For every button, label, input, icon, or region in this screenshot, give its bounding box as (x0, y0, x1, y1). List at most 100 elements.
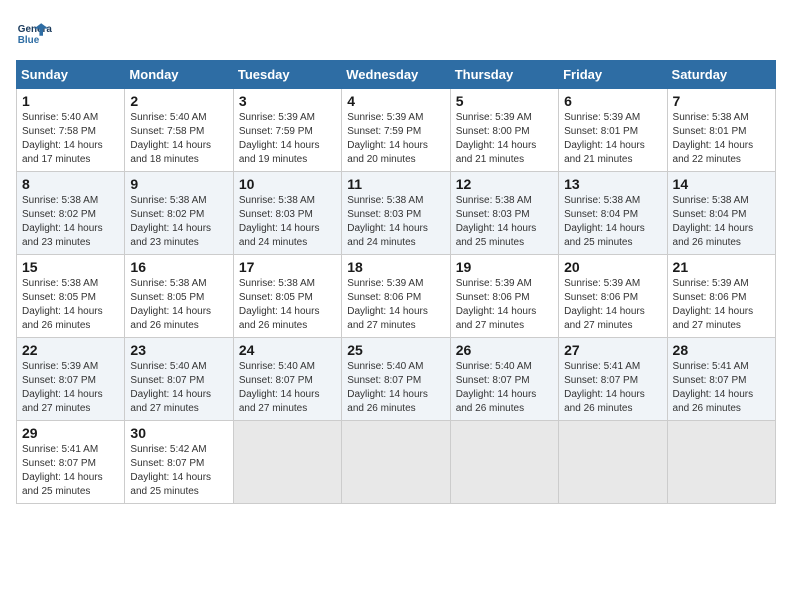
day-info: Sunrise: 5:38 AMSunset: 8:02 PMDaylight:… (130, 194, 227, 250)
calendar-cell: 21 Sunrise: 5:39 AMSunset: 8:06 PMDayligh… (667, 255, 775, 338)
day-info: Sunrise: 5:41 AMSunset: 8:07 PMDaylight:… (564, 360, 661, 416)
calendar-cell: 24Sunrise: 5:40 AMSunset: 8:07 PMDayligh… (233, 338, 341, 421)
calendar-cell: 18 Sunrise: 5:39 AMSunset: 8:06 PMDayligh… (342, 255, 450, 338)
day-number: 30 (130, 425, 227, 441)
header-thursday: Thursday (450, 61, 558, 89)
day-info: Sunrise: 5:38 AMSunset: 8:04 PMDaylight:… (673, 194, 770, 250)
day-number: 12 (456, 176, 553, 192)
calendar-cell: 2 Sunrise: 5:40 AMSunset: 7:58 PMDaylight… (125, 89, 233, 172)
calendar-week-row: 22 Sunrise: 5:39 AMSunset: 8:07 PMDayligh… (17, 338, 776, 421)
day-number: 21 (673, 259, 770, 275)
day-number: 1 (22, 93, 119, 109)
calendar-cell: 16 Sunrise: 5:38 AMSunset: 8:05 PMDayligh… (125, 255, 233, 338)
day-number: 10 (239, 176, 336, 192)
calendar-week-row: 1 Sunrise: 5:40 AMSunset: 7:58 PMDaylight… (17, 89, 776, 172)
calendar-cell: 4 Sunrise: 5:39 AMSunset: 7:59 PMDaylight… (342, 89, 450, 172)
day-number: 15 (22, 259, 119, 275)
day-info: Sunrise: 5:39 AMSunset: 8:06 PMDaylight:… (564, 277, 661, 333)
day-info: Sunrise: 5:38 AMSunset: 8:05 PMDaylight:… (130, 277, 227, 333)
day-info: Sunrise: 5:39 AMSunset: 7:59 PMDaylight:… (239, 111, 336, 167)
day-number: 13 (564, 176, 661, 192)
day-info: Sunrise: 5:40 AMSunset: 8:07 PMDaylight:… (130, 360, 227, 416)
day-info: Sunrise: 5:39 AMSunset: 7:59 PMDaylight:… (347, 111, 444, 167)
page-header: General Blue (16, 16, 776, 52)
calendar-week-row: 8 Sunrise: 5:38 AMSunset: 8:02 PMDaylight… (17, 172, 776, 255)
day-info: Sunrise: 5:38 AMSunset: 8:02 PMDaylight:… (22, 194, 119, 250)
day-number: 22 (22, 342, 119, 358)
day-number: 29 (22, 425, 119, 441)
logo: General Blue (16, 16, 52, 52)
day-info: Sunrise: 5:40 AMSunset: 8:07 PMDaylight:… (239, 360, 336, 416)
day-info: Sunrise: 5:38 AMSunset: 8:03 PMDaylight:… (347, 194, 444, 250)
day-number: 7 (673, 93, 770, 109)
calendar-cell: 8 Sunrise: 5:38 AMSunset: 8:02 PMDaylight… (17, 172, 125, 255)
day-number: 19 (456, 259, 553, 275)
day-number: 23 (130, 342, 227, 358)
header-tuesday: Tuesday (233, 61, 341, 89)
day-number: 18 (347, 259, 444, 275)
calendar-cell: 6 Sunrise: 5:39 AMSunset: 8:01 PMDaylight… (559, 89, 667, 172)
calendar-cell: 22 Sunrise: 5:39 AMSunset: 8:07 PMDayligh… (17, 338, 125, 421)
svg-text:General: General (18, 24, 52, 35)
day-number: 25 (347, 342, 444, 358)
calendar-cell: 14 Sunrise: 5:38 AMSunset: 8:04 PMDayligh… (667, 172, 775, 255)
day-info: Sunrise: 5:41 AMSunset: 8:07 PMDaylight:… (673, 360, 770, 416)
svg-text:Blue: Blue (18, 35, 40, 46)
calendar-cell: 13 Sunrise: 5:38 AMSunset: 8:04 PMDayligh… (559, 172, 667, 255)
calendar-cell: 29 Sunrise: 5:41 AMSunset: 8:07 PMDayligh… (17, 421, 125, 504)
day-info: Sunrise: 5:39 AMSunset: 8:01 PMDaylight:… (564, 111, 661, 167)
day-number: 6 (564, 93, 661, 109)
day-info: Sunrise: 5:38 AMSunset: 8:03 PMDaylight:… (239, 194, 336, 250)
day-number: 9 (130, 176, 227, 192)
day-info: Sunrise: 5:40 AMSunset: 8:07 PMDaylight:… (456, 360, 553, 416)
calendar-cell: 26 Sunrise: 5:40 AMSunset: 8:07 PMDayligh… (450, 338, 558, 421)
weekday-header-row: Sunday Monday Tuesday Wednesday Thursday… (17, 61, 776, 89)
calendar-cell: 27 Sunrise: 5:41 AMSunset: 8:07 PMDayligh… (559, 338, 667, 421)
calendar-week-row: 15 Sunrise: 5:38 AMSunset: 8:05 PMDayligh… (17, 255, 776, 338)
day-info: Sunrise: 5:38 AMSunset: 8:05 PMDaylight:… (22, 277, 119, 333)
day-info: Sunrise: 5:38 AMSunset: 8:04 PMDaylight:… (564, 194, 661, 250)
calendar-cell: 7 Sunrise: 5:38 AMSunset: 8:01 PMDaylight… (667, 89, 775, 172)
day-number: 20 (564, 259, 661, 275)
day-info: Sunrise: 5:38 AMSunset: 8:05 PMDaylight:… (239, 277, 336, 333)
calendar-cell: 12 Sunrise: 5:38 AMSunset: 8:03 PMDayligh… (450, 172, 558, 255)
day-number: 2 (130, 93, 227, 109)
calendar-cell: 3 Sunrise: 5:39 AMSunset: 7:59 PMDaylight… (233, 89, 341, 172)
day-info: Sunrise: 5:40 AMSunset: 7:58 PMDaylight:… (130, 111, 227, 167)
calendar-cell: 10 Sunrise: 5:38 AMSunset: 8:03 PMDayligh… (233, 172, 341, 255)
day-number: 27 (564, 342, 661, 358)
calendar-cell: 5Sunrise: 5:39 AMSunset: 8:00 PMDaylight… (450, 89, 558, 172)
day-number: 28 (673, 342, 770, 358)
day-info: Sunrise: 5:38 AMSunset: 8:01 PMDaylight:… (673, 111, 770, 167)
day-info: Sunrise: 5:39 AMSunset: 8:06 PMDaylight:… (347, 277, 444, 333)
day-number: 14 (673, 176, 770, 192)
calendar-week-row: 29 Sunrise: 5:41 AMSunset: 8:07 PMDayligh… (17, 421, 776, 504)
day-number: 16 (130, 259, 227, 275)
header-wednesday: Wednesday (342, 61, 450, 89)
day-info: Sunrise: 5:39 AMSunset: 8:07 PMDaylight:… (22, 360, 119, 416)
calendar-cell: 25Sunrise: 5:40 AMSunset: 8:07 PMDayligh… (342, 338, 450, 421)
day-info: Sunrise: 5:41 AMSunset: 8:07 PMDaylight:… (22, 443, 119, 499)
day-number: 26 (456, 342, 553, 358)
calendar-cell: 20 Sunrise: 5:39 AMSunset: 8:06 PMDayligh… (559, 255, 667, 338)
day-info: Sunrise: 5:39 AMSunset: 8:06 PMDaylight:… (456, 277, 553, 333)
logo-icon: General Blue (16, 16, 52, 52)
day-info: Sunrise: 5:38 AMSunset: 8:03 PMDaylight:… (456, 194, 553, 250)
calendar-cell: 9 Sunrise: 5:38 AMSunset: 8:02 PMDaylight… (125, 172, 233, 255)
day-number: 11 (347, 176, 444, 192)
calendar-cell-empty (233, 421, 341, 504)
calendar-cell: 30 Sunrise: 5:42 AMSunset: 8:07 PMDayligh… (125, 421, 233, 504)
day-info: Sunrise: 5:39 AMSunset: 8:06 PMDaylight:… (673, 277, 770, 333)
day-info: Sunrise: 5:40 AMSunset: 7:58 PMDaylight:… (22, 111, 119, 167)
calendar-cell: 28 Sunrise: 5:41 AMSunset: 8:07 PMDayligh… (667, 338, 775, 421)
header-monday: Monday (125, 61, 233, 89)
day-number: 8 (22, 176, 119, 192)
calendar-cell: 11 Sunrise: 5:38 AMSunset: 8:03 PMDayligh… (342, 172, 450, 255)
day-number: 3 (239, 93, 336, 109)
header-saturday: Saturday (667, 61, 775, 89)
day-number: 4 (347, 93, 444, 109)
header-sunday: Sunday (17, 61, 125, 89)
calendar-cell-empty (667, 421, 775, 504)
calendar-cell: 17Sunrise: 5:38 AMSunset: 8:05 PMDayligh… (233, 255, 341, 338)
day-info: Sunrise: 5:42 AMSunset: 8:07 PMDaylight:… (130, 443, 227, 499)
